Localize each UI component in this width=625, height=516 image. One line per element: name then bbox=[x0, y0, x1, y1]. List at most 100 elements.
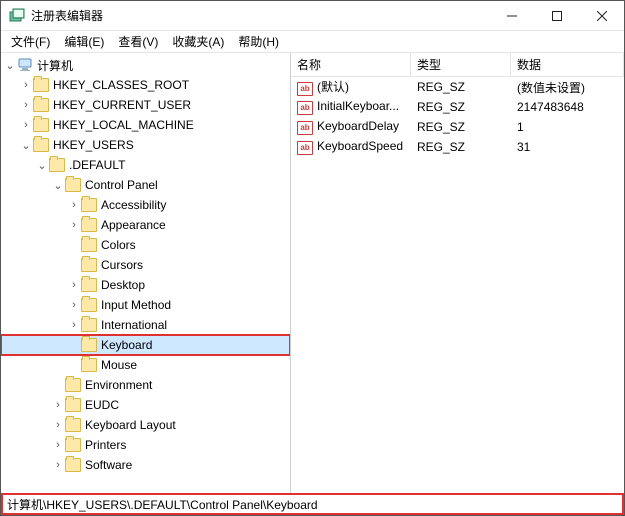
tree-label: Keyboard Layout bbox=[85, 418, 176, 432]
folder-icon bbox=[65, 418, 81, 432]
tree-mouse[interactable]: ›Mouse bbox=[1, 355, 290, 375]
folder-icon bbox=[65, 438, 81, 452]
tree-software[interactable]: › Software bbox=[1, 455, 290, 475]
chevron-right-icon[interactable]: › bbox=[19, 99, 33, 111]
tree-eudc[interactable]: › EUDC bbox=[1, 395, 290, 415]
tree-label: 计算机 bbox=[37, 57, 73, 74]
col-header-type[interactable]: 类型 bbox=[411, 53, 511, 76]
chevron-right-icon[interactable]: › bbox=[51, 399, 65, 411]
value-data: (数值未设置) bbox=[511, 79, 624, 96]
col-header-data[interactable]: 数据 bbox=[511, 53, 624, 76]
tree-label: Appearance bbox=[101, 218, 166, 232]
tree-label: Printers bbox=[85, 438, 126, 452]
tree-accessibility[interactable]: ›Accessibility bbox=[1, 195, 290, 215]
chevron-right-icon[interactable]: › bbox=[51, 419, 65, 431]
folder-icon bbox=[81, 298, 97, 312]
tree-label: HKEY_USERS bbox=[53, 138, 134, 152]
tree-label: EUDC bbox=[85, 398, 119, 412]
folder-icon bbox=[65, 458, 81, 472]
chevron-right-icon[interactable]: › bbox=[67, 299, 81, 311]
tree-keyboard[interactable]: ›Keyboard bbox=[1, 335, 290, 355]
tree-appearance[interactable]: › Appearance bbox=[1, 215, 290, 235]
value-data: 31 bbox=[511, 140, 624, 154]
folder-icon bbox=[65, 398, 81, 412]
col-header-name[interactable]: 名称 bbox=[291, 53, 411, 76]
close-button[interactable] bbox=[579, 1, 624, 30]
value-data: 2147483648 bbox=[511, 100, 624, 114]
tree-label: HKEY_CURRENT_USER bbox=[53, 98, 191, 112]
folder-icon bbox=[81, 218, 97, 232]
chevron-right-icon[interactable]: › bbox=[51, 459, 65, 471]
chevron-right-icon[interactable]: › bbox=[51, 439, 65, 451]
tree-colors[interactable]: ›Colors bbox=[1, 235, 290, 255]
menu-file[interactable]: 文件(F) bbox=[5, 31, 56, 52]
value-name: InitialKeyboar... bbox=[317, 99, 399, 113]
tree-input-method[interactable]: › Input Method bbox=[1, 295, 290, 315]
tree-label: HKEY_LOCAL_MACHINE bbox=[53, 118, 194, 132]
tree-label: Software bbox=[85, 458, 132, 472]
tree-hku[interactable]: ⌄ HKEY_USERS bbox=[1, 135, 290, 155]
titlebar: 注册表编辑器 bbox=[1, 1, 624, 31]
folder-icon bbox=[65, 178, 81, 192]
string-value-icon: ab bbox=[297, 82, 313, 96]
tree-label: Control Panel bbox=[85, 178, 158, 192]
value-list[interactable]: 名称 类型 数据 ab(默认) REG_SZ (数值未设置) abInitial… bbox=[291, 53, 624, 493]
regedit-window: 注册表编辑器 文件(F) 编辑(E) 查看(V) 收藏夹(A) 帮助(H) ⌄ … bbox=[0, 0, 625, 516]
tree-label: International bbox=[101, 318, 167, 332]
tree-cursors[interactable]: ›Cursors bbox=[1, 255, 290, 275]
tree-label: .DEFAULT bbox=[69, 158, 125, 172]
folder-icon bbox=[81, 198, 97, 212]
menu-view[interactable]: 查看(V) bbox=[112, 31, 164, 52]
folder-icon bbox=[65, 378, 81, 392]
chevron-right-icon[interactable]: › bbox=[67, 279, 81, 291]
chevron-right-icon[interactable]: › bbox=[19, 119, 33, 131]
value-type: REG_SZ bbox=[411, 140, 511, 154]
list-header: 名称 类型 数据 bbox=[291, 53, 624, 77]
list-body: ab(默认) REG_SZ (数值未设置) abInitialKeyboar..… bbox=[291, 77, 624, 157]
chevron-right-icon[interactable]: › bbox=[67, 319, 81, 331]
chevron-right-icon[interactable]: › bbox=[67, 219, 81, 231]
chevron-down-icon[interactable]: ⌄ bbox=[3, 59, 17, 72]
registry-tree[interactable]: ⌄ 计算机 › HKEY_CLASSES_ROOT › HKEY_CURRENT_U… bbox=[1, 53, 291, 493]
tree-desktop[interactable]: ›Desktop bbox=[1, 275, 290, 295]
chevron-right-icon[interactable]: › bbox=[67, 199, 81, 211]
tree-hkcu[interactable]: › HKEY_CURRENT_USER bbox=[1, 95, 290, 115]
tree-international[interactable]: › International bbox=[1, 315, 290, 335]
minimize-button[interactable] bbox=[489, 1, 534, 30]
value-name: KeyboardDelay bbox=[317, 119, 399, 133]
list-row[interactable]: abInitialKeyboar... REG_SZ 2147483648 bbox=[291, 97, 624, 117]
list-row[interactable]: ab(默认) REG_SZ (数值未设置) bbox=[291, 77, 624, 97]
tree-hklm[interactable]: › HKEY_LOCAL_MACHINE bbox=[1, 115, 290, 135]
tree-root-computer[interactable]: ⌄ 计算机 bbox=[1, 55, 290, 75]
tree-hkcr[interactable]: › HKEY_CLASSES_ROOT bbox=[1, 75, 290, 95]
tree-environment[interactable]: ›Environment bbox=[1, 375, 290, 395]
chevron-right-icon[interactable]: › bbox=[19, 79, 33, 91]
chevron-down-icon[interactable]: ⌄ bbox=[19, 139, 33, 152]
tree-keyboard-layout[interactable]: › Keyboard Layout bbox=[1, 415, 290, 435]
maximize-button[interactable] bbox=[534, 1, 579, 30]
list-row[interactable]: abKeyboardDelay REG_SZ 1 bbox=[291, 117, 624, 137]
value-type: REG_SZ bbox=[411, 80, 511, 94]
menu-help[interactable]: 帮助(H) bbox=[232, 31, 285, 52]
statusbar: 计算机\HKEY_USERS\.DEFAULT\Control Panel\Ke… bbox=[1, 493, 624, 515]
statusbar-path: 计算机\HKEY_USERS\.DEFAULT\Control Panel\Ke… bbox=[7, 496, 318, 513]
menu-edit[interactable]: 编辑(E) bbox=[58, 31, 110, 52]
tree-label: Cursors bbox=[101, 258, 143, 272]
value-name: KeyboardSpeed bbox=[317, 139, 403, 153]
menu-favorites[interactable]: 收藏夹(A) bbox=[166, 31, 230, 52]
string-value-icon: ab bbox=[297, 121, 313, 135]
folder-icon bbox=[81, 338, 97, 352]
tree-printers[interactable]: › Printers bbox=[1, 435, 290, 455]
list-row[interactable]: ab KeyboardSpeed REG_SZ 31 bbox=[291, 137, 624, 157]
chevron-down-icon[interactable]: ⌄ bbox=[51, 179, 65, 192]
string-value-icon: ab bbox=[297, 141, 313, 155]
app-icon bbox=[9, 8, 25, 24]
tree-default[interactable]: ⌄ .DEFAULT bbox=[1, 155, 290, 175]
folder-icon bbox=[33, 78, 49, 92]
chevron-down-icon[interactable]: ⌄ bbox=[35, 159, 49, 172]
value-type: REG_SZ bbox=[411, 120, 511, 134]
tree-control-panel[interactable]: ⌄ Control Panel bbox=[1, 175, 290, 195]
tree-label: Mouse bbox=[101, 358, 137, 372]
tree-label: Input Method bbox=[101, 298, 171, 312]
tree-label: HKEY_CLASSES_ROOT bbox=[53, 78, 189, 92]
